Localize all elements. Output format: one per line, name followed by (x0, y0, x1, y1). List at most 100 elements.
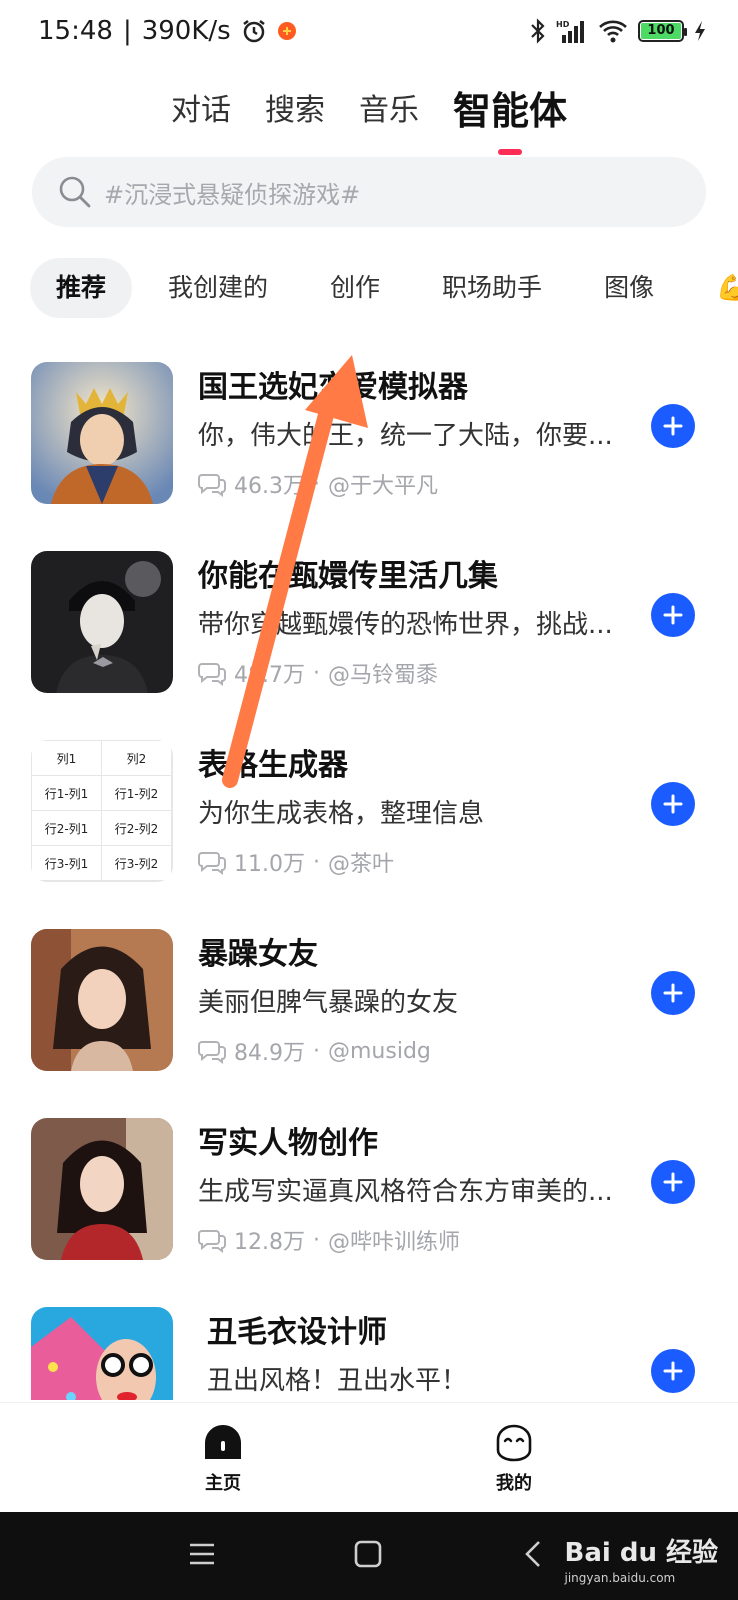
watermark: Bai du 经验 jingyan.baidu.com (565, 1532, 719, 1585)
nav-home[interactable]: 主页 (173, 1423, 273, 1495)
agent-avatar: 列1 列2 行1-列1 行1-列2 行2-列1 行2-列2 行3-列1 行3-列… (31, 740, 173, 882)
battery-icon: 100 (638, 20, 687, 42)
category-creation[interactable]: 创作 (304, 258, 406, 318)
tab-search[interactable]: 搜索 (265, 85, 325, 129)
active-tab-indicator (497, 148, 522, 155)
plus-icon (663, 983, 683, 1003)
agent-chat-count: 84.9万 (234, 1041, 305, 1066)
agent-avatar (31, 1118, 173, 1260)
list-item[interactable]: 你能在甄嬛传里活几集 带你穿越甄嬛传的恐怖世界，挑战... 48.7万 · @马… (0, 537, 738, 726)
table-cell: 列1 (32, 741, 102, 776)
top-tabs: 对话 搜索 音乐 智能体 (0, 72, 738, 155)
table-preview: 列1 列2 行1-列1 行1-列2 行2-列1 行2-列2 行3-列1 行3-列… (31, 740, 173, 882)
agent-description: 带你穿越甄嬛传的恐怖世界，挑战... (198, 610, 613, 640)
agent-chat-count: 46.3万 (234, 474, 305, 499)
table-cell: 列2 (102, 741, 172, 776)
agent-meta: 12.8万 · @哔咔训练师 (198, 1224, 460, 1256)
svg-text:HD: HD (556, 20, 570, 29)
agent-title: 你能在甄嬛传里活几集 (198, 559, 498, 594)
tab-chat[interactable]: 对话 (171, 85, 231, 129)
agent-author: @于大平凡 (328, 474, 439, 499)
status-bar: 15:48 | 390K/s HD 100 (0, 0, 738, 64)
agent-chat-count: 11.0万 (234, 852, 305, 877)
agent-title: 写实人物创作 (198, 1126, 378, 1161)
category-my-created[interactable]: 我创建的 (142, 258, 294, 318)
category-image[interactable]: 图像 (578, 258, 680, 318)
tab-agents-label: 智能体 (452, 88, 567, 133)
agent-author: @哔咔训练师 (328, 1230, 461, 1255)
add-agent-button[interactable] (651, 782, 695, 826)
search-placeholder: #沉浸式悬疑侦探游戏# (104, 180, 361, 209)
alarm-icon (242, 20, 265, 43)
agent-chat-count: 12.8万 (234, 1230, 305, 1255)
agent-description: 为你生成表格，整理信息 (198, 799, 485, 829)
status-right: HD 100 (530, 18, 706, 44)
battery-level: 100 (641, 23, 681, 39)
category-workplace[interactable]: 职场助手 (416, 258, 568, 318)
agent-avatar (31, 1307, 173, 1400)
category-more[interactable]: 💪 (690, 258, 738, 318)
bluetooth-icon (531, 18, 545, 44)
chat-bubble-icon (198, 474, 226, 497)
status-time: 15:48 (38, 16, 113, 46)
search-bar[interactable]: #沉浸式悬疑侦探游戏# (32, 157, 706, 227)
add-agent-button[interactable] (651, 404, 695, 448)
watermark-brand: Bai du 经验 (564, 1538, 719, 1568)
plus-icon (663, 605, 683, 625)
menu-icon[interactable] (188, 1542, 216, 1566)
agent-author: @茶叶 (328, 852, 395, 877)
agent-title: 丑毛衣设计师 (207, 1315, 387, 1350)
agent-author: @musidg (328, 1038, 431, 1064)
nav-home-label: 主页 (205, 1473, 241, 1494)
agent-chat-count: 48.7万 (234, 663, 305, 688)
back-icon[interactable] (524, 1540, 542, 1568)
tab-agents[interactable]: 智能体 (452, 80, 567, 155)
plus-icon (663, 1172, 683, 1192)
agent-meta: 84.9万 · @musidg (198, 1035, 431, 1067)
list-item[interactable]: 国王选妃恋爱模拟器 你，伟大的王，统一了大陆，你要... 46.3万 · @于大… (0, 348, 738, 537)
nav-mine-label: 我的 (496, 1473, 532, 1494)
list-item[interactable]: 写实人物创作 生成写实逼真风格符合东方审美的... 12.8万 · @哔咔训练师 (0, 1104, 738, 1293)
status-speed: 390K/s (141, 16, 231, 46)
agent-description: 你，伟大的王，统一了大陆，你要... (198, 421, 613, 451)
agent-meta: 11.0万 · @茶叶 (198, 846, 394, 878)
agent-title: 暴躁女友 (198, 937, 318, 972)
tab-music[interactable]: 音乐 (359, 85, 419, 129)
home-square-icon[interactable] (354, 1540, 382, 1568)
chat-bubble-icon (198, 663, 226, 686)
agent-title: 国王选妃恋爱模拟器 (198, 370, 468, 405)
meta-dot: · (313, 849, 320, 875)
table-cell: 行1-列1 (32, 776, 102, 811)
meta-dot: · (313, 1227, 320, 1253)
agent-meta: 48.7万 · @马铃蜀黍 (198, 657, 438, 689)
app-notification-icon (277, 22, 296, 40)
meta-dot: · (313, 1038, 320, 1064)
home-icon (205, 1425, 241, 1459)
add-agent-button[interactable] (651, 593, 695, 637)
agent-description: 生成写实逼真风格符合东方审美的... (198, 1177, 613, 1207)
bottom-nav: 主页 我的 (0, 1402, 738, 1512)
table-cell: 行2-列2 (102, 811, 172, 846)
list-item[interactable]: 列1 列2 行1-列1 行1-列2 行2-列1 行2-列2 行3-列1 行3-列… (0, 726, 738, 915)
add-agent-button[interactable] (651, 971, 695, 1015)
category-recommended[interactable]: 推荐 (30, 258, 133, 318)
charging-icon (695, 21, 705, 41)
signal-icon: HD (556, 20, 584, 43)
add-agent-button[interactable] (651, 1160, 695, 1204)
profile-icon (496, 1424, 532, 1462)
agent-title: 表格生成器 (198, 748, 348, 783)
agent-avatar (31, 362, 173, 504)
agent-author: @马铃蜀黍 (328, 663, 439, 688)
table-cell: 行2-列1 (32, 811, 102, 846)
table-cell: 行3-列1 (32, 846, 102, 881)
add-agent-button[interactable] (651, 1349, 695, 1393)
wifi-icon (599, 20, 627, 43)
meta-dot: · (313, 660, 320, 686)
watermark-site: jingyan.baidu.com (564, 1571, 676, 1585)
meta-dot: · (313, 471, 320, 497)
status-left: 15:48 | 390K/s (38, 16, 297, 46)
agent-description: 美丽但脾气暴躁的女友 (198, 988, 459, 1018)
nav-mine[interactable]: 我的 (464, 1423, 564, 1495)
list-item[interactable]: 暴躁女友 美丽但脾气暴躁的女友 84.9万 · @musidg (0, 915, 738, 1104)
list-item[interactable]: 丑毛衣设计师 丑出风格！丑出水平！ (0, 1293, 738, 1400)
